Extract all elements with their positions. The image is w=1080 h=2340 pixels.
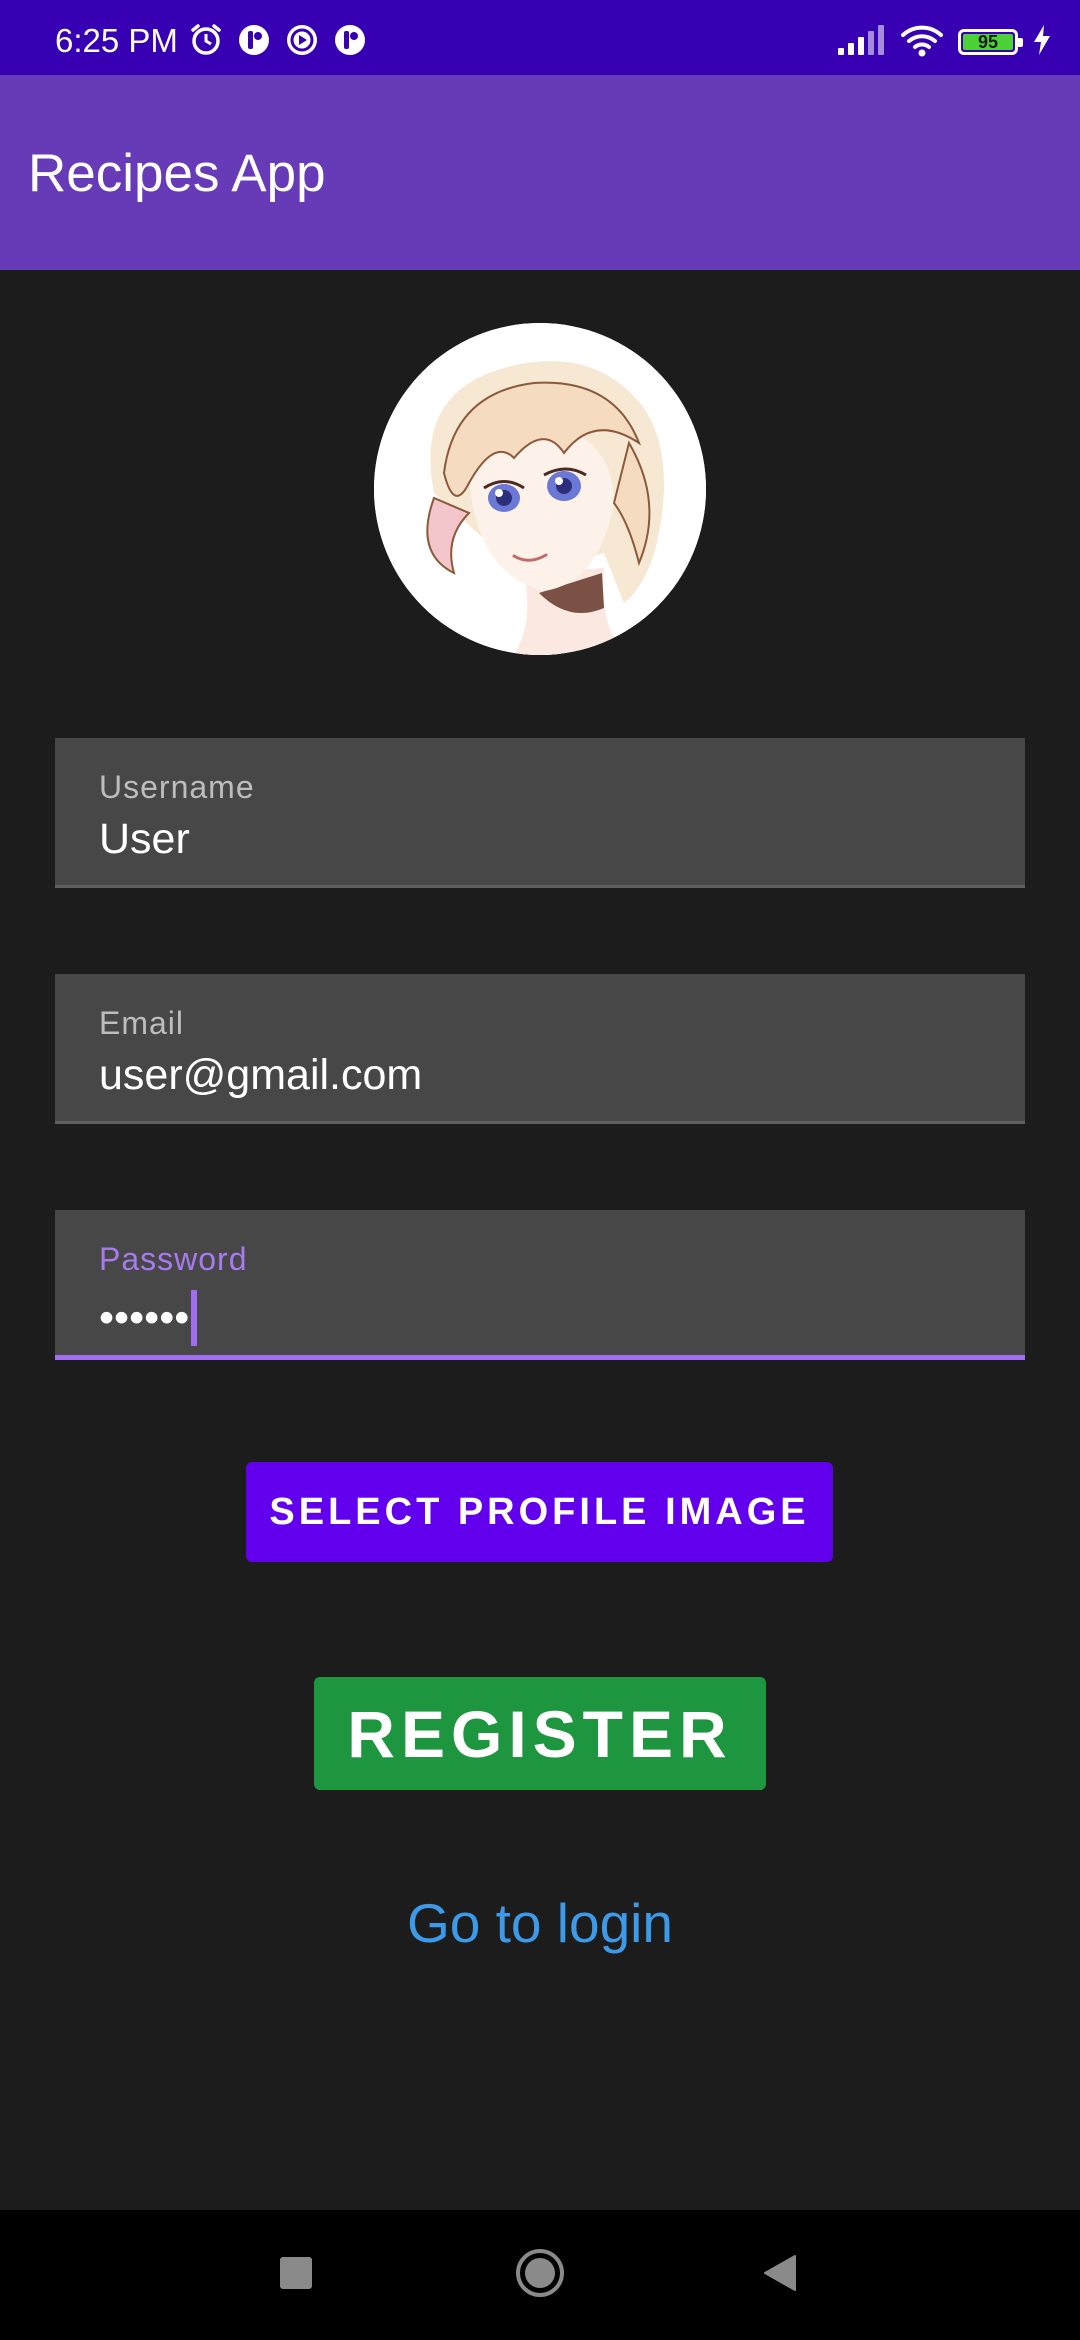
- app-title: Recipes App: [28, 144, 326, 203]
- email-field[interactable]: Email user@gmail.com: [55, 974, 1025, 1124]
- notification-app-icon: [332, 22, 368, 63]
- home-circle-icon: [514, 2247, 566, 2304]
- battery-tip: [1018, 38, 1023, 47]
- status-time: 6:25 PM: [55, 22, 178, 59]
- status-notification-icons: [188, 22, 368, 63]
- username-field[interactable]: Username User: [55, 738, 1025, 888]
- charging-bolt-icon: [1032, 24, 1052, 61]
- status-bar: 6:25 PM 95: [0, 0, 1080, 75]
- app-bar: Recipes App: [0, 75, 1080, 270]
- recents-button[interactable]: [241, 2210, 351, 2340]
- password-field[interactable]: Password ••••••: [55, 1210, 1025, 1360]
- play-notification-icon: [284, 22, 320, 63]
- alarm-icon: [188, 22, 224, 63]
- battery-level: 95: [977, 32, 999, 52]
- username-input[interactable]: User: [99, 818, 190, 861]
- register-screen: 6:25 PM 95 Recipes App Username User Ema…: [0, 0, 1080, 2340]
- password-masked-value: ••••••: [99, 1293, 190, 1342]
- go-to-login-link[interactable]: Go to login: [0, 1896, 1080, 1951]
- email-label: Email: [99, 1005, 185, 1041]
- go-to-login-label[interactable]: Go to login: [407, 1892, 673, 1954]
- password-input[interactable]: ••••••: [99, 1290, 198, 1346]
- home-button[interactable]: [485, 2210, 595, 2340]
- recents-square-icon: [279, 2256, 313, 2295]
- notification-app-icon: [236, 22, 272, 63]
- username-label: Username: [99, 769, 255, 805]
- register-button[interactable]: REGISTER: [314, 1677, 766, 1790]
- battery-icon: 95: [958, 29, 1023, 55]
- cellular-signal-icon: [836, 24, 886, 61]
- email-input[interactable]: user@gmail.com: [99, 1054, 422, 1097]
- back-button[interactable]: [725, 2210, 835, 2340]
- navigation-bar: [0, 2210, 1080, 2340]
- text-cursor: [191, 1290, 198, 1346]
- back-triangle-icon: [762, 2254, 798, 2297]
- select-profile-image-button[interactable]: SELECT PROFILE IMAGE: [246, 1462, 833, 1562]
- password-label: Password: [99, 1241, 248, 1277]
- status-system-icons: 95: [836, 24, 1052, 60]
- profile-avatar: [374, 323, 706, 655]
- wifi-icon: [900, 23, 944, 62]
- anime-girl-avatar: [374, 323, 706, 655]
